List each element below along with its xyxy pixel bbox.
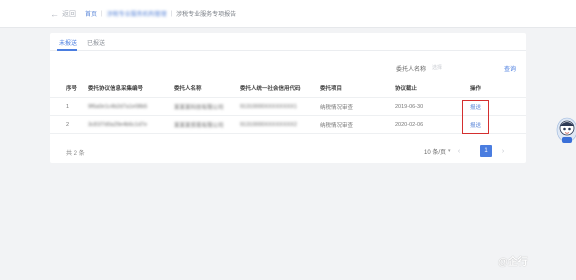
filter-bar: 委托人名称 查询 <box>396 63 516 73</box>
row-number: 2 <box>66 121 70 128</box>
tab-unsubmitted[interactable]: 未报送 <box>59 38 77 47</box>
watermark: @企行 <box>498 253 528 268</box>
client-name: 某某某贸易有限公司 <box>174 122 224 129</box>
report-card: 未报送 已报送 委托人名称 查询 序号 委托协议信息采集编号 委托人名称 委托人… <box>50 33 526 163</box>
agreement-code: 3c81f7d0a29e4b6c1d7e <box>88 121 148 128</box>
next-page-button[interactable]: › <box>498 146 508 156</box>
agreement-deadline: 2020-02-06 <box>395 121 424 128</box>
column-header: 协议截止 <box>395 85 418 92</box>
agreement-code: 9f6a0e1c4b2d7a1e08b5 <box>88 103 148 110</box>
table-row: 1 9f6a0e1c4b2d7a1e08b5 某某某科技有限公司 9131000… <box>50 98 526 116</box>
report-table: 序号 委托协议信息采集编号 委托人名称 委托人统一社会信用代码 委托项目 协议截… <box>50 78 526 134</box>
search-button[interactable]: 查询 <box>504 64 516 73</box>
tab-bar: 未报送 已报送 <box>50 33 526 51</box>
page-size-select[interactable]: 10 条/页 ▾ <box>422 145 453 157</box>
agreement-deadline: 2019-06-30 <box>395 103 424 110</box>
back-button[interactable]: ← 返回 <box>50 9 76 19</box>
highlight-box <box>462 100 489 134</box>
top-bar: ← 返回 首页 | 涉税专业服务机构管理 | 涉税专业服务专项报告 <box>0 0 576 28</box>
filter-label: 委托人名称 <box>395 66 426 73</box>
breadcrumb: 首页 | 涉税专业服务机构管理 | 涉税专业服务专项报告 <box>85 9 237 19</box>
back-label: 返回 <box>62 11 76 18</box>
entrusted-project: 纳税情况审查 <box>320 122 354 129</box>
table-row: 2 3c81f7d0a29e4b6c1d7e 某某某贸易有限公司 9131000… <box>50 116 526 134</box>
table-header: 序号 委托协议信息采集编号 委托人名称 委托人统一社会信用代码 委托项目 协议截… <box>50 78 526 98</box>
active-tab-indicator <box>57 49 77 51</box>
pagination: 共 2 条 10 条/页 ▾ ‹ 1 › <box>50 145 526 159</box>
assistant-avatar-icon[interactable] <box>556 116 576 146</box>
column-header: 委托协议信息采集编号 <box>88 85 144 92</box>
breadcrumb-separator: | <box>170 10 173 17</box>
column-header: 操作 <box>470 85 482 92</box>
total-count: 共 2 条 <box>66 151 85 157</box>
client-credit-code: 91310000XXXXXXXX2 <box>240 121 297 128</box>
breadcrumb-home[interactable]: 首页 <box>85 9 97 18</box>
arrow-left-icon: ← <box>50 8 59 19</box>
row-number: 1 <box>66 103 70 110</box>
page-number-current[interactable]: 1 <box>480 145 492 157</box>
client-name: 某某某科技有限公司 <box>174 104 224 111</box>
breadcrumb-current: 涉税专业服务专项报告 <box>176 12 237 18</box>
breadcrumb-separator: | <box>101 10 103 17</box>
column-header: 委托人名称 <box>174 85 202 92</box>
page-size-label: 10 条/页 <box>424 149 447 156</box>
prev-page-button[interactable]: ‹ <box>454 146 464 156</box>
chevron-down-icon: ▾ <box>448 148 451 154</box>
client-credit-code: 91310000XXXXXXXX1 <box>240 103 297 110</box>
breadcrumb-parent[interactable]: 涉税专业服务机构管理 <box>107 9 167 18</box>
client-name-input[interactable] <box>431 63 500 73</box>
column-header: 委托项目 <box>320 85 343 92</box>
column-header: 序号 <box>66 85 78 92</box>
entrusted-project: 纳税情况审查 <box>320 104 354 111</box>
tab-submitted[interactable]: 已报送 <box>87 38 105 47</box>
column-header: 委托人统一社会信用代码 <box>240 85 301 92</box>
watermark-text: @企行 <box>498 257 528 268</box>
